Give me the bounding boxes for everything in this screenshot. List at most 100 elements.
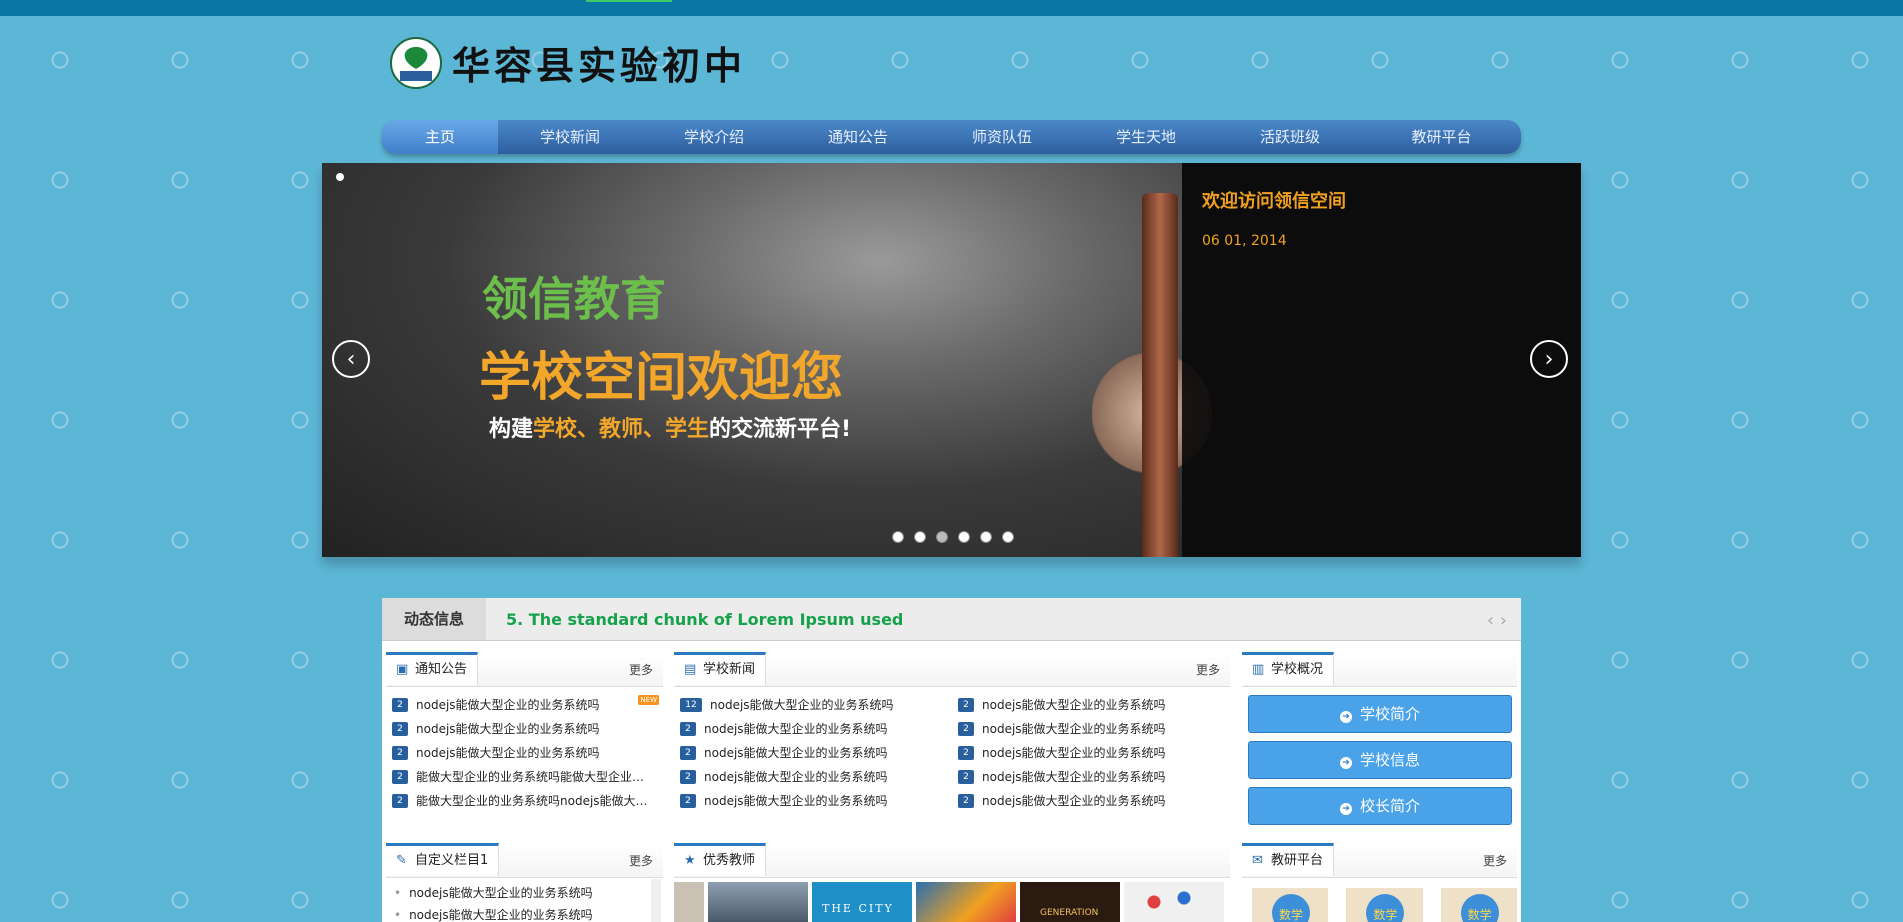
subject-card[interactable]: 数学 [1346,888,1423,922]
slider-dot[interactable] [980,531,992,543]
list-item-text: nodejs能做大型企业的业务系统吗 [982,722,1166,736]
list-item[interactable]: nodejs能做大型企业的业务系统吗 [394,904,663,922]
principal-intro-button[interactable]: ➔ 校长简介 [1248,787,1512,825]
slide-pin-icon [336,173,344,181]
custom-tab[interactable]: ✎ 自定义栏目1 [386,843,500,876]
subject-label: 数学 [1460,894,1499,922]
school-intro-button[interactable]: ➔ 学校简介 [1248,695,1512,733]
teachers-panel: ★ 优秀教师 THE CITY GENERATION [674,843,1230,922]
main-nav: 主页 学校新闻 学校介绍 通知公告 师资队伍 学生天地 活跃班级 教研平台 [382,120,1521,154]
list-item-text: nodejs能做大型企业的业务系统吗 [982,746,1166,760]
list-item-text: nodejs能做大型企业的业务系统吗 [416,746,600,760]
list-item[interactable]: 2 nodejs能做大型企业的业务系统吗 [680,741,952,765]
slider-prev-button[interactable]: ‹ [332,340,370,378]
subject-label: 数学 [1272,894,1310,922]
ticker-prev-icon[interactable]: ‹ [1487,610,1494,631]
ticker-text[interactable]: 5. The standard chunk of Lorem Ipsum use… [506,598,903,642]
nav-item-school-news[interactable]: 学校新闻 [498,120,642,154]
list-item[interactable]: nodejs能做大型企业的业务系统吗 [394,882,663,904]
document-icon: ▤ [684,662,697,677]
teacher-thumbnail[interactable] [708,882,808,922]
teachers-tab[interactable]: ★ 优秀教师 [674,843,767,876]
slide-caption-panel: 欢迎访问领信空间 06 01, 2014 [1182,163,1581,557]
news-more-link[interactable]: 更多 [1196,661,1220,678]
slider-dot[interactable] [914,531,926,543]
news-tab[interactable]: ▤ 学校新闻 [674,652,767,685]
thumbnail-caption: GENERATION [1040,908,1099,918]
scrollbar[interactable] [651,879,661,922]
slider-dot[interactable] [1002,531,1014,543]
subject-label: 数学 [1366,894,1405,922]
slider-dot[interactable] [958,531,970,543]
slider-dot-active[interactable] [936,531,948,543]
list-item[interactable]: 2 nodejs能做大型企业的业务系统吗 [680,765,952,789]
list-item[interactable]: 2 nodejs能做大型企业的业务系统吗 [392,741,663,765]
notice-title: 通知公告 [415,662,468,677]
teacher-thumbnail[interactable] [674,882,704,922]
list-item[interactable]: 2 nodejs能做大型企业的业务系统吗 [958,693,1230,717]
list-item[interactable]: 2 nodejs能做大型企业的业务系统吗 [680,717,952,741]
site-logo[interactable]: 华容县实验初中 [390,32,746,92]
teacher-thumbnail[interactable]: THE CITY [812,882,912,922]
subject-card[interactable]: 数学 [1252,888,1329,922]
nav-item-students[interactable]: 学生天地 [1074,120,1218,154]
list-item[interactable]: 2 nodejs能做大型企业的业务系统吗 [392,717,663,741]
count-badge: 2 [392,746,408,760]
button-label: 学校信息 [1359,751,1420,769]
slider-next-button[interactable]: › [1530,340,1568,378]
list-item-text: nodejs能做大型企业的业务系统吗 [704,722,888,736]
count-badge: 12 [680,698,702,712]
nav-item-research[interactable]: 教研平台 [1362,120,1521,154]
list-item[interactable]: 2 nodejs能做大型企业的业务系统吗 NEW [392,693,663,717]
news-panel: ▤ 学校新闻 更多 12 nodejs能做大型企业的业务系统吗 2 nodejs能做大… [674,652,1230,817]
list-item[interactable]: 2 nodejs能做大型企业的业务系统吗 [958,717,1230,741]
slide-caption[interactable]: 欢迎访问领信空间 [1202,187,1346,213]
content-area: 动态信息 5. The standard chunk of Lorem Ipsu… [382,598,1521,922]
nav-item-classes[interactable]: 活跃班级 [1218,120,1362,154]
teacher-thumbnail[interactable]: GENERATION [1020,882,1120,922]
list-item-text: nodejs能做大型企业的业务系统吗 [416,698,600,712]
news-ticker: 动态信息 5. The standard chunk of Lorem Ipsu… [382,598,1521,641]
custom-title: 自定义栏目1 [415,853,489,868]
notice-list: 2 nodejs能做大型企业的业务系统吗 NEW 2 nodejs能做大型企业的业务系… [386,687,663,813]
teacher-thumbnail[interactable] [916,882,1016,922]
slide-headline-2: 学校空间欢迎您 [479,348,844,408]
teachers-panel-header: ★ 优秀教师 [674,843,1230,878]
school-info-button[interactable]: ➔ 学校信息 [1248,741,1512,779]
nav-item-faculty[interactable]: 师资队伍 [930,120,1074,154]
custom-panel: ✎ 自定义栏目1 更多 nodejs能做大型企业的业务系统吗 nodejs能做大型… [386,843,663,922]
teacher-thumbnail[interactable] [1124,882,1224,922]
list-item[interactable]: 2 能做大型企业的业务系统吗nodejs能做大… [392,789,663,813]
list-item[interactable]: 2 nodejs能做大型企业的业务系统吗 [958,789,1230,813]
custom-more-link[interactable]: 更多 [629,852,653,869]
list-item-text: nodejs能做大型企业的业务系统吗 [704,746,888,760]
news-list-left: 12 nodejs能做大型企业的业务系统吗 2 nodejs能做大型企业的业务系统吗… [674,687,952,813]
count-badge: 2 [958,722,974,736]
slide-headline-1: 领信教育 [482,272,666,326]
overview-panel-header: ▥ 学校概况 [1242,652,1517,687]
notice-panel-header: ▣ 通知公告 更多 [386,652,663,687]
list-item[interactable]: 2 nodejs能做大型企业的业务系统吗 [680,789,952,813]
new-badge: NEW [638,695,659,705]
ticker-next-icon[interactable]: › [1500,610,1507,631]
subject-card[interactable]: 数学 [1440,888,1517,922]
slide-pen-graphic [1142,193,1178,557]
list-item[interactable]: 2 nodejs能做大型企业的业务系统吗 [958,765,1230,789]
research-tab[interactable]: ✉ 教研平台 [1242,843,1335,876]
overview-tab[interactable]: ▥ 学校概况 [1242,652,1335,685]
notice-tab[interactable]: ▣ 通知公告 [386,652,479,685]
slider-dot[interactable] [892,531,904,543]
list-item[interactable]: 2 能做大型企业的业务系统吗能做大型企业… [392,765,663,789]
list-item[interactable]: 2 nodejs能做大型企业的业务系统吗 [958,741,1230,765]
list-item[interactable]: 12 nodejs能做大型企业的业务系统吗 [680,693,952,717]
nav-item-home[interactable]: 主页 [382,120,498,154]
list-item-text: nodejs能做大型企业的业务系统吗 [982,770,1166,784]
notice-more-link[interactable]: 更多 [629,661,653,678]
teacher-gallery: THE CITY GENERATION [674,878,1230,922]
top-bar [0,0,1903,16]
top-bar-accent [586,0,672,2]
research-more-link[interactable]: 更多 [1483,852,1507,869]
nav-item-school-intro[interactable]: 学校介绍 [642,120,786,154]
arrow-circle-icon: ➔ [1339,757,1352,769]
nav-item-notices[interactable]: 通知公告 [786,120,930,154]
